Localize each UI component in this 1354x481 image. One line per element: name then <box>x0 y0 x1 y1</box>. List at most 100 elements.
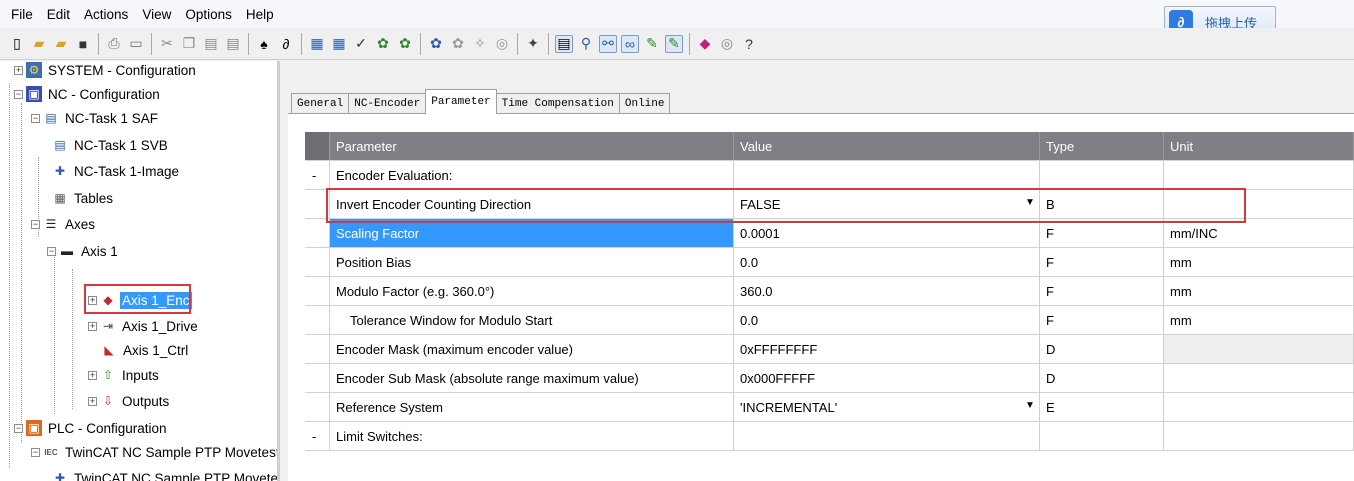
paste-icon[interactable]: ▤ <box>202 35 220 53</box>
tab-parameter[interactable]: Parameter <box>425 89 497 114</box>
expand-icon[interactable]: + <box>88 321 97 331</box>
collapse-icon[interactable]: − <box>31 447 40 457</box>
expand-icon[interactable]: + <box>88 396 97 406</box>
scan-icon[interactable]: ✧ <box>471 35 489 53</box>
collapse-icon[interactable]: − <box>14 89 23 99</box>
parameter-unit: mm <box>1164 248 1354 276</box>
parameter-value[interactable]: 360.0 <box>734 277 1040 305</box>
collapse-marker[interactable]: - <box>305 422 330 450</box>
collapse-icon[interactable]: − <box>14 423 23 433</box>
expand-icon[interactable]: + <box>14 65 23 75</box>
set-run-mode-icon[interactable]: ▦ <box>330 35 348 53</box>
tree-node-inputs[interactable]: + ⇧ Inputs <box>88 364 161 386</box>
menu-view[interactable]: View <box>135 7 178 22</box>
table-row[interactable]: Scaling Factor 0.0001 F mm/INC <box>305 219 1354 248</box>
tree-node-system[interactable]: + ⚙ SYSTEM - Configuration <box>14 61 198 81</box>
tab-nc-encoder[interactable]: NC-Encoder <box>348 93 427 114</box>
save-icon[interactable]: ■ <box>74 35 92 53</box>
force-icon[interactable]: ✎ <box>665 34 683 53</box>
collapse-icon[interactable]: − <box>31 113 40 123</box>
table-row[interactable]: Modulo Factor (e.g. 360.0°) 360.0 F mm <box>305 277 1354 306</box>
search-icon[interactable]: ⚲ <box>577 35 595 53</box>
table-row[interactable]: Encoder Sub Mask (absolute range maximum… <box>305 364 1354 393</box>
parameter-unit <box>1164 393 1354 421</box>
tree-node-nc-task[interactable]: − ▤ NC-Task 1 SAF <box>31 107 160 129</box>
zoom-icon[interactable]: ▤ <box>555 34 573 53</box>
tab-online[interactable]: Online <box>618 93 671 114</box>
tab-time-compensation[interactable]: Time Compensation <box>495 93 620 114</box>
parameter-value[interactable]: 0.0 <box>734 306 1040 334</box>
help-icon[interactable]: ? <box>740 35 758 53</box>
table-row[interactable]: - Encoder Evaluation: <box>305 161 1354 190</box>
restart-icon[interactable]: ✿ <box>396 35 414 53</box>
table-row[interactable]: Encoder Mask (maximum encoder value) 0xF… <box>305 335 1354 364</box>
new-icon[interactable]: ▯ <box>8 35 26 53</box>
expand-icon[interactable]: + <box>88 370 97 380</box>
parameter-type <box>1040 422 1164 450</box>
tree-node-label: Axis 1 <box>81 243 118 259</box>
config-mode-icon[interactable]: ✿ <box>427 35 445 53</box>
row-marker <box>305 219 330 247</box>
generate-mappings-icon[interactable]: ✿ <box>374 35 392 53</box>
menu-file[interactable]: File <box>4 7 40 22</box>
tree-icon[interactable]: ✦ <box>524 35 542 53</box>
tree-node-nc[interactable]: − ▣ NC - Configuration <box>14 83 162 105</box>
tree-node-nc-task-image[interactable]: ✚ NC-Task 1-Image <box>52 160 181 182</box>
column-header-value[interactable]: Value <box>734 132 1040 160</box>
find-icon[interactable]: ♠ <box>255 35 273 53</box>
chevron-down-icon[interactable]: ▼ <box>1023 400 1037 412</box>
table-row[interactable]: - Limit Switches: <box>305 422 1354 451</box>
free-run-icon[interactable]: ✿ <box>449 35 467 53</box>
scope-icon[interactable]: ✎ <box>643 35 661 53</box>
tree-node-axes[interactable]: − ☰ Axes <box>31 213 97 235</box>
check-icon[interactable]: ✓ <box>352 35 370 53</box>
parameter-value-select[interactable]: 'INCREMENTAL' ▼ <box>734 393 1040 421</box>
open-icon[interactable]: ▰ <box>30 35 48 53</box>
activate-config-icon[interactable]: ▦ <box>308 35 326 53</box>
tree-node-nc-task-svb[interactable]: ▤ NC-Task 1 SVB <box>52 134 170 156</box>
collapse-icon[interactable]: − <box>31 219 40 229</box>
tree-node-axis1-drive[interactable]: + ⇥ Axis 1_Drive <box>88 315 200 337</box>
controller-icon: ◣ <box>104 343 114 357</box>
column-header-parameter[interactable]: Parameter <box>330 132 734 160</box>
column-header-unit[interactable]: Unit <box>1164 132 1354 160</box>
info-icon[interactable]: ◎ <box>718 35 736 53</box>
parameter-value[interactable]: 0.0 <box>734 248 1040 276</box>
tree-node-twincat-image[interactable]: ✚ TwinCAT NC Sample PTP Movetest <box>52 467 277 481</box>
menu-help[interactable]: Help <box>239 7 281 22</box>
tree-node-outputs[interactable]: + ⇩ Outputs <box>88 390 171 412</box>
collapse-icon[interactable]: − <box>47 246 56 256</box>
tab-general[interactable]: General <box>291 93 350 114</box>
paste-special-icon[interactable]: ▤ <box>224 35 242 53</box>
tree-node-twincat-project[interactable]: − IEC TwinCAT NC Sample PTP Movetest <box>31 441 277 463</box>
toggle-icon[interactable]: ◎ <box>493 35 511 53</box>
column-header-type[interactable]: Type <box>1040 132 1164 160</box>
tree-node-axis1-ctrl[interactable]: ◣ Axis 1_Ctrl <box>101 339 190 361</box>
tree-node-axis1[interactable]: − ▬ Axis 1 <box>47 240 120 262</box>
tree-line <box>54 254 55 414</box>
parameter-value[interactable]: 0x000FFFFF <box>734 364 1040 392</box>
collapse-marker[interactable]: - <box>305 161 330 189</box>
parameter-name: Encoder Evaluation: <box>330 161 734 189</box>
copy-icon[interactable]: ❐ <box>180 35 198 53</box>
link-icon[interactable]: ⚯ <box>599 34 617 53</box>
menu-actions[interactable]: Actions <box>77 7 135 22</box>
parameter-value[interactable]: 0xFFFFFFFF <box>734 335 1040 363</box>
print-preview-icon[interactable]: ▭ <box>127 35 145 53</box>
parameter-value[interactable]: 0.0001 <box>734 219 1040 247</box>
watch-icon[interactable]: ◆ <box>696 35 714 53</box>
tree-node-plc[interactable]: − ▣ PLC - Configuration <box>14 417 169 439</box>
tree-line <box>9 83 10 468</box>
table-row[interactable]: Position Bias 0.0 F mm <box>305 248 1354 277</box>
menu-options[interactable]: Options <box>178 7 239 22</box>
cut-icon[interactable]: ✂ <box>158 35 176 53</box>
table-row[interactable]: Tolerance Window for Modulo Start 0.0 F … <box>305 306 1354 335</box>
table-row[interactable]: Reference System 'INCREMENTAL' ▼ E <box>305 393 1354 422</box>
find-next-icon[interactable]: ∂ <box>277 35 295 53</box>
menu-edit[interactable]: Edit <box>40 7 77 22</box>
open-folder-icon[interactable]: ▰ <box>52 35 70 53</box>
print-icon[interactable]: ⎙ <box>105 35 123 53</box>
tree-node-tables[interactable]: ▦ Tables <box>52 187 115 209</box>
online-icon[interactable]: ∞ <box>621 34 639 53</box>
task-icon: ▤ <box>45 111 57 125</box>
